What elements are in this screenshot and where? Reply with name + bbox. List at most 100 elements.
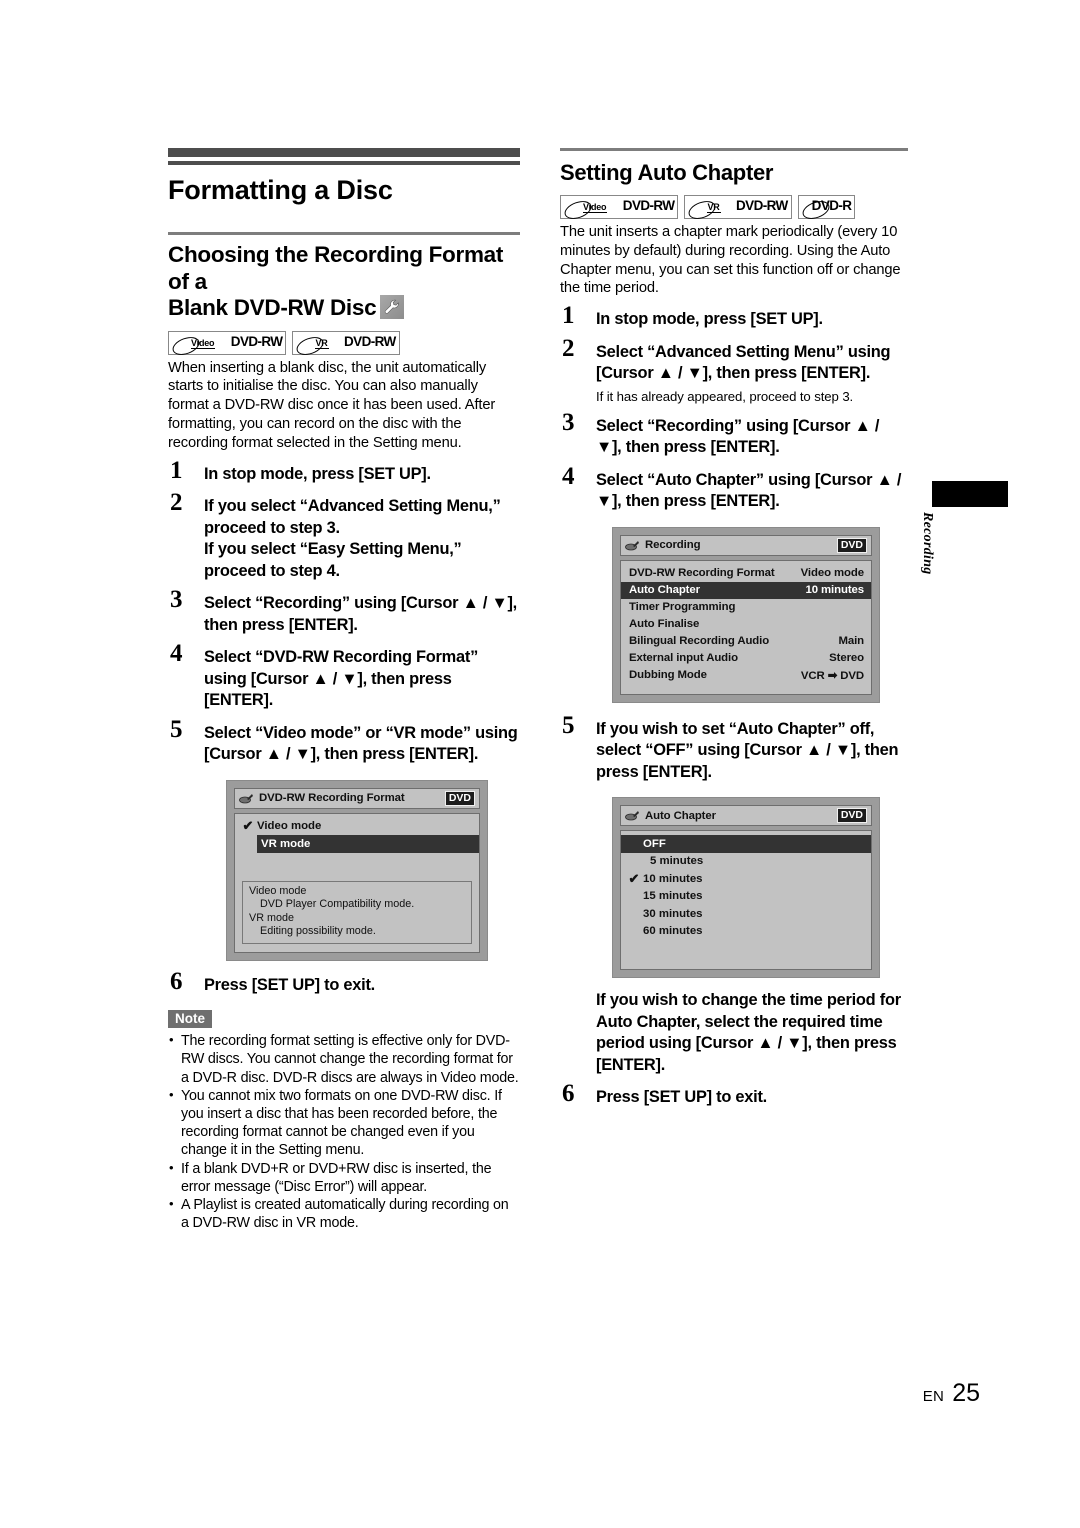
osd-row[interactable]: Auto Finalise xyxy=(621,616,871,633)
osd-option-label: 30 minutes xyxy=(643,907,703,920)
osd-titlebar: Recording DVD xyxy=(620,534,872,556)
step-text: Press [SET UP] to exit. xyxy=(204,975,375,994)
disc-logo-main: DVD-RW xyxy=(736,197,788,213)
step-number: 1 xyxy=(170,456,183,484)
disc-logo-dvdrw-vr: VR DVD-RW xyxy=(292,330,400,358)
osd-option-10-minutes[interactable]: ✔ 10 minutes xyxy=(621,870,871,888)
osd-row-label: Timer Programming xyxy=(629,601,736,614)
disc-hand-icon xyxy=(239,792,254,805)
title-rule-thin xyxy=(168,161,520,165)
disc-logo-main: DVD-RW xyxy=(344,333,396,349)
osd-option-label: VR mode xyxy=(261,837,311,850)
osd-recording-menu: Recording DVD DVD-RW Recording Format Vi… xyxy=(612,526,880,703)
step-number: 5 xyxy=(170,715,183,743)
step-text: In stop mode, press [SET UP]. xyxy=(596,310,823,329)
osd-row[interactable]: Auto Chapter 10 minutes xyxy=(621,581,871,599)
osd-row-value: VCR ➡ DVD xyxy=(800,670,864,683)
step-number: 6 xyxy=(170,967,183,995)
step-number: 4 xyxy=(562,462,575,490)
step-3: 3 Select “Recording” using [Cursor ▲ / ▼… xyxy=(168,587,520,636)
footer-page-number: 25 xyxy=(952,1379,980,1407)
osd-row-label: Auto Chapter xyxy=(629,584,700,597)
osd-dvdrw-recording-format: DVD-RW Recording Format DVD ✔ Video mode… xyxy=(226,779,488,961)
osd-row-label: Auto Finalise xyxy=(629,618,700,631)
right-column: Setting Auto Chapter Video DVD-RW VR DVD… xyxy=(560,148,908,1109)
manual-page: Formatting a Disc Choosing the Recording… xyxy=(0,0,1080,1528)
step-text: Select “Advanced Setting Menu” using [Cu… xyxy=(596,342,891,383)
title-rule-thick xyxy=(168,148,520,157)
section-rule xyxy=(168,232,520,236)
section-rule-wrap xyxy=(168,232,520,236)
step-number: 2 xyxy=(562,334,575,362)
note-list: The recording format setting is effectiv… xyxy=(168,1031,520,1232)
disc-logo-top: VR xyxy=(315,337,329,349)
step-text: Select “Recording” using [Cursor ▲ / ▼],… xyxy=(204,594,517,634)
check-icon: ✔ xyxy=(242,818,254,834)
step-number: 4 xyxy=(170,640,183,668)
osd-disc-badge: DVD xyxy=(836,808,867,824)
note-item: The recording format setting is effectiv… xyxy=(168,1031,520,1087)
step-number: 2 xyxy=(170,489,183,517)
osd-option-30-minutes[interactable]: 30 minutes xyxy=(621,905,871,923)
step-number: 1 xyxy=(562,302,575,330)
osd-row-value: Video mode xyxy=(800,567,864,580)
osd-row[interactable]: Dubbing Mode VCR ➡ DVD xyxy=(621,667,871,684)
osd-titlebar: DVD-RW Recording Format DVD xyxy=(234,787,480,809)
osd-panel: ✔ Video mode VR mode Video mode DVD Play… xyxy=(234,812,480,953)
step-number: 3 xyxy=(170,586,183,614)
step-number: 5 xyxy=(562,711,575,739)
osd-option-label: 10 minutes xyxy=(643,872,703,885)
section-heading: Choosing the Recording Format of a Blank… xyxy=(168,242,520,322)
osd-option-off[interactable]: OFF xyxy=(621,835,871,853)
osd-option-15-minutes[interactable]: 15 minutes xyxy=(621,888,871,906)
osd-row-label: Bilingual Recording Audio xyxy=(629,635,770,648)
osd-title: Recording xyxy=(645,539,701,552)
osd-row-value: Stereo xyxy=(829,652,864,665)
osd-row[interactable]: External input Audio Stereo xyxy=(621,650,871,667)
step-text: If you select “Advanced Setting Menu,” p… xyxy=(204,497,501,580)
footer-language-code: EN xyxy=(922,1388,945,1405)
step-5: 5 Select “Video mode” or “VR mode” using… xyxy=(168,717,520,766)
note-label: Note xyxy=(168,1010,212,1029)
osd-option-video-mode[interactable]: ✔ Video mode xyxy=(235,818,479,836)
section-heading-line1: Choosing the Recording Format of a xyxy=(168,242,504,294)
disc-logo-top: Video xyxy=(583,201,608,213)
osd-auto-chapter-menu: Auto Chapter DVD OFF 5 minutes ✔ 10 minu… xyxy=(612,797,880,979)
osd-row-value: 10 minutes xyxy=(805,584,864,597)
osd-panel: OFF 5 minutes ✔ 10 minutes 15 minutes 30… xyxy=(620,830,872,971)
right-step-2: 2 Select “Advanced Setting Menu” using [… xyxy=(560,336,908,385)
osd-disc-badge: DVD xyxy=(836,537,867,553)
right-section-heading: Setting Auto Chapter xyxy=(560,160,774,185)
step-text: If you wish to change the time period fo… xyxy=(596,991,901,1074)
osd-option-5-minutes[interactable]: 5 minutes xyxy=(621,853,871,871)
step-number: 3 xyxy=(562,408,575,436)
step-text: Select “Recording” using [Cursor ▲ / ▼],… xyxy=(596,416,880,457)
note-item: If a blank DVD+R or DVD+RW disc is inser… xyxy=(168,1159,520,1196)
side-tab-label: Recording xyxy=(920,512,935,575)
check-icon: ✔ xyxy=(628,870,640,886)
osd-option-60-minutes[interactable]: 60 minutes xyxy=(621,923,871,941)
right-step-6: 6 Press [SET UP] to exit. xyxy=(560,1081,908,1109)
right-substep-note: If it has already appeared, proceed to s… xyxy=(596,388,854,404)
disc-logo-dvdrw-video: Video DVD-RW xyxy=(168,330,287,358)
disc-logo-dvdrw-video: Video DVD-RW xyxy=(560,194,679,223)
osd-row-value: Main xyxy=(838,635,864,648)
disc-hand-icon xyxy=(625,539,640,552)
osd-hint-line: Video mode xyxy=(249,884,307,897)
disc-logo-row-right: Video DVD-RW VR DVD-RW DVD-R xyxy=(560,194,908,223)
disc-logo-top: VR xyxy=(707,201,721,213)
step-number: 6 xyxy=(562,1080,575,1108)
right-section-rule xyxy=(560,148,908,151)
osd-row[interactable]: DVD-RW Recording Format Video mode xyxy=(621,565,871,582)
osd-row-label: External input Audio xyxy=(629,652,738,665)
osd-row-label: DVD-RW Recording Format xyxy=(629,567,775,580)
osd-row[interactable]: Timer Programming xyxy=(621,599,871,616)
step-6: 6 Press [SET UP] to exit. xyxy=(168,969,520,997)
disc-logo-main: DVD-RW xyxy=(230,333,283,349)
right-step-1: 1 In stop mode, press [SET UP]. xyxy=(560,303,908,331)
osd-option-vr-mode[interactable]: VR mode xyxy=(257,835,479,853)
osd-hint-box: Video mode DVD Player Compatibility mode… xyxy=(242,880,472,944)
right-intro-paragraph: The unit inserts a chapter mark periodic… xyxy=(560,223,901,297)
disc-logo-main: DVD-RW xyxy=(622,197,675,213)
osd-row[interactable]: Bilingual Recording Audio Main xyxy=(621,633,871,650)
